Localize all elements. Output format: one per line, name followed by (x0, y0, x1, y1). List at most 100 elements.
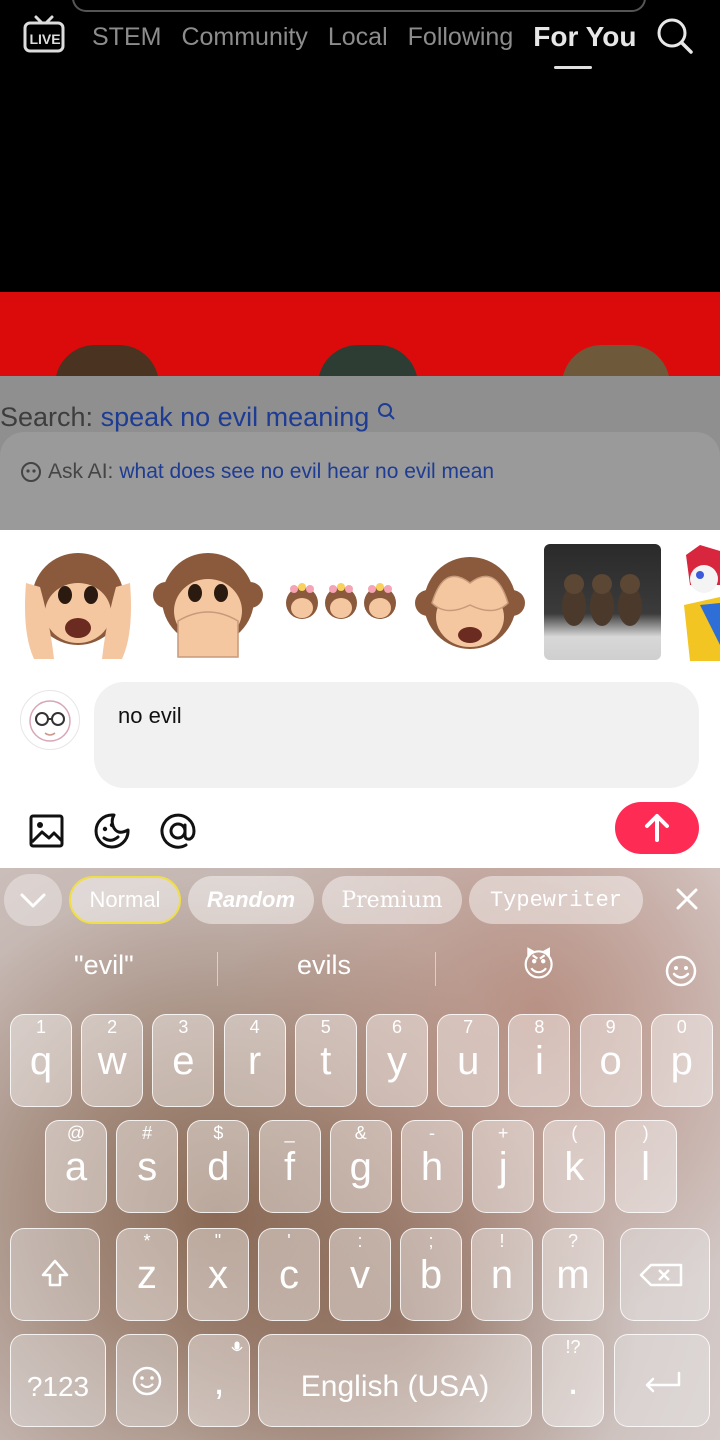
key-secondary-label: 5 (320, 1017, 331, 1037)
keyboard: Normal Random Premium Typewriter "evil" … (0, 868, 720, 1440)
symbols-key[interactable]: ?123 (10, 1334, 106, 1427)
suggestion-quoted[interactable]: "evil" (74, 950, 134, 981)
suggestion-evils[interactable]: evils (297, 950, 351, 981)
key-label: w (97, 1039, 127, 1083)
period-key[interactable]: !? . (542, 1334, 604, 1427)
key-o[interactable]: 9o (579, 1014, 642, 1107)
key-n[interactable]: ! n (471, 1228, 533, 1321)
key-x[interactable]: " x (187, 1228, 249, 1321)
send-button[interactable] (615, 802, 699, 854)
key-r[interactable]: 4r (223, 1014, 286, 1107)
key-j[interactable]: + j (472, 1120, 535, 1213)
search-suggestion[interactable]: Search: speak no evil meaning (0, 402, 397, 434)
tab-community[interactable]: Community (181, 22, 307, 52)
hear-no-evil-monkey-sticker[interactable] (20, 543, 136, 663)
key-w[interactable]: 2w (81, 1014, 144, 1107)
three-monkeys-flower-sticker[interactable] (282, 543, 400, 663)
key-c[interactable]: ' c (258, 1228, 320, 1321)
key-p[interactable]: 0p (650, 1014, 713, 1107)
tab-stem[interactable]: STEM (92, 22, 161, 52)
suggestion-devil-emoji[interactable]: 😈 (522, 946, 555, 984)
key-f[interactable]: _ f (258, 1120, 321, 1213)
sticker-icon[interactable] (93, 812, 131, 850)
shift-icon (41, 1259, 69, 1287)
key-secondary-label: ; (428, 1231, 434, 1251)
key-k[interactable]: (k (543, 1120, 606, 1213)
key-secondary-label: 9 (605, 1017, 616, 1037)
suggestion-divider (217, 952, 218, 986)
key-secondary-label: ? (567, 1231, 578, 1251)
key-z[interactable]: * z (116, 1228, 178, 1321)
key-label: k (564, 1145, 585, 1189)
key-label: o (599, 1039, 622, 1083)
jester-image (684, 545, 720, 661)
key-s[interactable]: # s (116, 1120, 179, 1213)
key-y[interactable]: 6y (366, 1014, 428, 1107)
key-label: h (420, 1145, 444, 1189)
avatar-image (29, 700, 71, 742)
comment-input[interactable] (94, 682, 699, 788)
key-secondary-label: ) (642, 1123, 649, 1143)
close-icon[interactable] (664, 878, 710, 922)
key-a[interactable]: @ a (45, 1120, 107, 1213)
see-no-evil-monkey-sticker[interactable] (414, 543, 526, 663)
key-d[interactable]: $ d (187, 1120, 250, 1213)
key-i[interactable]: 8i (508, 1014, 571, 1107)
comma-key[interactable]: , (188, 1334, 250, 1427)
shift-key[interactable] (10, 1228, 100, 1321)
emoji-smile-icon[interactable] (664, 954, 698, 988)
image-icon[interactable] (28, 812, 66, 850)
key-v[interactable]: :v (329, 1228, 391, 1321)
search-icon[interactable] (656, 17, 694, 55)
key-secondary-label: ( (571, 1123, 578, 1143)
key-label: z (137, 1253, 157, 1297)
key-label: i (534, 1039, 544, 1083)
speak-no-evil-monkey-sticker[interactable] (152, 543, 264, 663)
key-label: u (457, 1039, 480, 1083)
tab-following[interactable]: Following (408, 22, 514, 52)
key-secondary-label: $ (213, 1123, 224, 1143)
suggestion-strip: "evil" evils 😈 (0, 938, 720, 1006)
key-label: c (279, 1253, 299, 1297)
key-m[interactable]: ? m (542, 1228, 604, 1321)
key-secondary-label: + (497, 1123, 509, 1143)
enter-icon (645, 1371, 681, 1393)
jester-sticker[interactable] (680, 545, 720, 661)
key-secondary-label: 6 (391, 1017, 402, 1037)
ask-ai-label: Ask AI: (48, 460, 114, 483)
font-style-bar: Normal Random Premium Typewriter (0, 868, 720, 932)
font-style-typewriter[interactable]: Typewriter (469, 876, 643, 924)
font-style-random[interactable]: Random (188, 876, 314, 924)
key-secondary-label: & (354, 1123, 367, 1143)
key-u[interactable]: 7u (437, 1014, 500, 1107)
key-l[interactable]: ) l (614, 1120, 677, 1213)
three-monkeys-photo-sticker[interactable] (544, 544, 661, 660)
backspace-key[interactable] (620, 1228, 710, 1321)
space-key[interactable]: English (USA) (258, 1334, 532, 1427)
key-label: f (284, 1145, 296, 1189)
search-prefix: Search: (0, 402, 94, 432)
key-secondary-label: ' (287, 1231, 291, 1251)
emoji-key[interactable] (116, 1334, 178, 1427)
key-b[interactable]: ; b (400, 1228, 462, 1321)
mention-icon[interactable] (159, 812, 197, 850)
key-e[interactable]: 3e (152, 1014, 215, 1107)
tab-local[interactable]: Local (328, 22, 388, 52)
key-secondary-label: 3 (178, 1017, 189, 1037)
font-style-normal[interactable]: Normal (69, 876, 181, 924)
key-label: m (556, 1253, 590, 1297)
key-q[interactable]: 1q (10, 1014, 72, 1107)
key-label: t (320, 1039, 332, 1083)
key-secondary-label: - (429, 1123, 435, 1143)
period-key-sub: !? (565, 1337, 581, 1357)
ask-ai-suggestion[interactable]: Ask AI: what does see no evil hear no ev… (20, 460, 494, 484)
key-g[interactable]: & g (329, 1120, 392, 1213)
video-frame[interactable] (0, 90, 720, 292)
font-style-premium[interactable]: Premium (322, 876, 462, 924)
enter-key[interactable] (614, 1334, 710, 1427)
collapse-toolbar-button[interactable] (4, 874, 62, 926)
live-button[interactable]: LIVE (22, 14, 68, 54)
key-h[interactable]: -h (401, 1120, 463, 1213)
tab-for-you[interactable]: For You (533, 22, 636, 52)
key-t[interactable]: 5t (294, 1014, 357, 1107)
